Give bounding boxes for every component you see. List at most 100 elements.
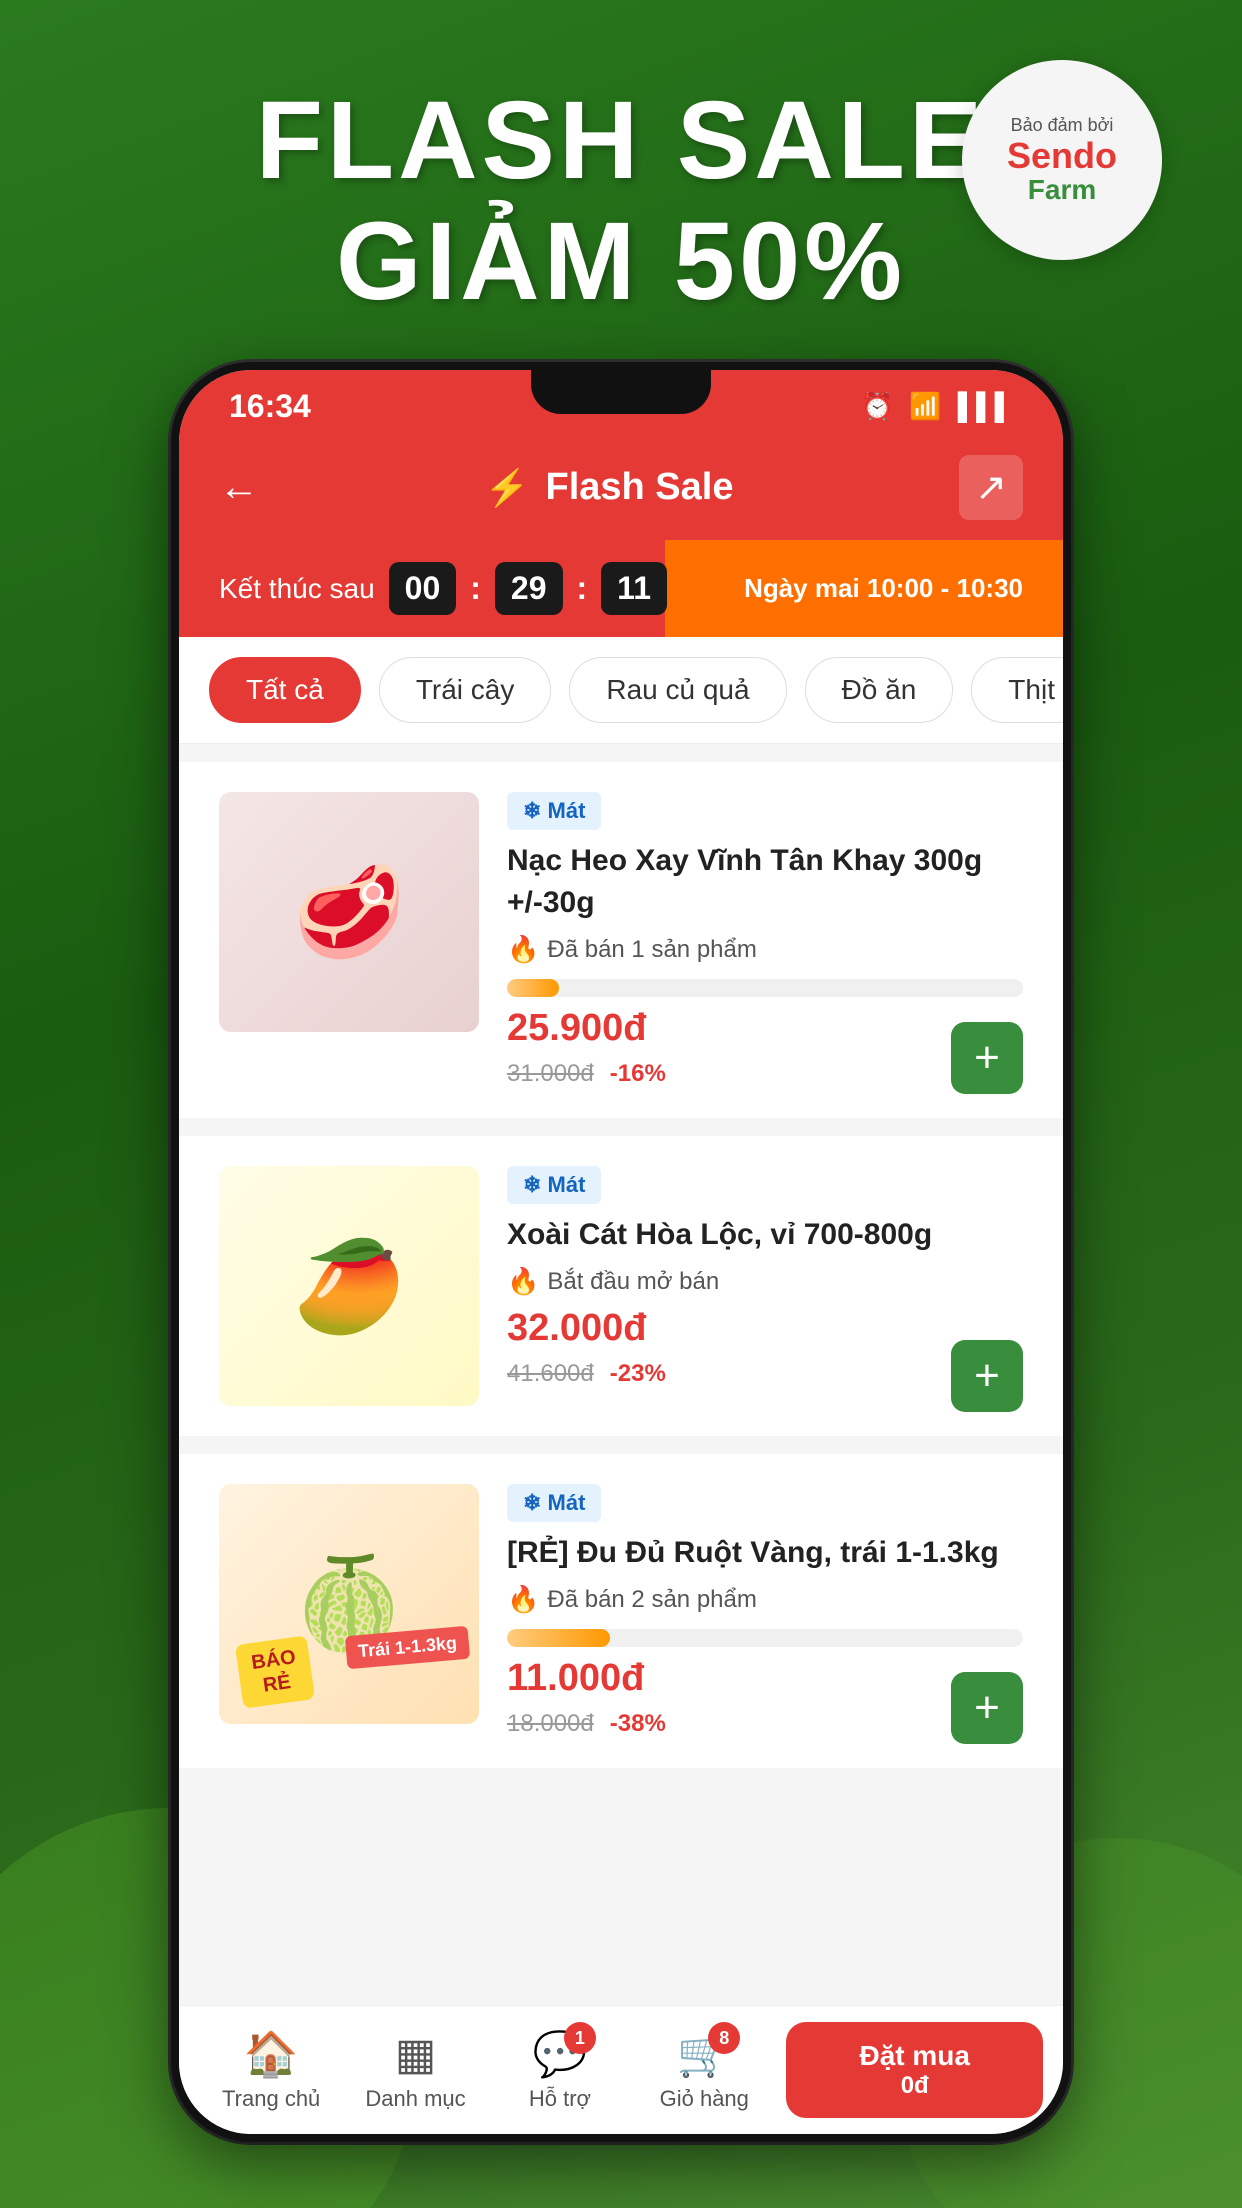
phone-wrapper: 16:34 ⏰ 📶 ▌▌▌ ← ⚡ Flash Sale ↗ Kết <box>171 362 1071 2142</box>
sold-info-2: 🔥 Bắt đầu mở bán <box>507 1266 1023 1297</box>
sold-bar-1 <box>507 979 1023 997</box>
order-btn-price: 0đ <box>806 2072 1023 2100</box>
signal-icon: ▌▌▌ <box>958 391 1013 422</box>
sold-text-3: Đã bán 2 sản phẩm <box>547 1586 756 1614</box>
nav-cart[interactable]: 🛒 Giỏ hàng 8 <box>632 2028 776 2112</box>
price-original-1: 31.000đ <box>507 1060 594 1088</box>
nav-cart-label: Giỏ hàng <box>660 2086 749 2112</box>
bao-re-tag: BÁORẺ <box>235 1635 316 1708</box>
product-info-1: ❄ Mát Nạc Heo Xay Vĩnh Tân Khay 300g +/-… <box>507 792 1023 1088</box>
add-button-2[interactable]: + <box>951 1340 1023 1412</box>
price-current-1: 25.900đ <box>507 1007 1023 1050</box>
add-button-1[interactable]: + <box>951 1022 1023 1094</box>
nav-category-label: Danh mục <box>365 2086 465 2112</box>
product-info-2: ❄ Mát Xoài Cát Hòa Lộc, vỉ 700-800g 🔥 Bắ… <box>507 1166 1023 1388</box>
sold-info-3: 🔥 Đã bán 2 sản phẩm <box>507 1584 1023 1615</box>
sold-info-1: 🔥 Đã bán 1 sản phẩm <box>507 934 1023 965</box>
category-icon: ▦ <box>395 2029 437 2080</box>
sendo-sub: Farm <box>1028 174 1096 206</box>
sendo-logo-badge: Bảo đảm bởi Sendo Farm <box>962 60 1162 260</box>
cart-badge: 8 <box>708 2022 740 2054</box>
phone-notch <box>531 370 711 414</box>
mango-image: 🥭 <box>293 1234 405 1339</box>
category-all[interactable]: Tất cả <box>209 657 361 723</box>
nav-support-label: Hỗ trợ <box>529 2086 591 2112</box>
fire-icon-2: 🔥 <box>507 1266 539 1297</box>
product-card-1: 🥩 ❄ Mát Nạc Heo Xay Vĩnh Tân Khay 300g +… <box>179 762 1063 1118</box>
alarm-icon: ⏰ <box>861 391 893 422</box>
bottom-nav: 🏠 Trang chủ ▦ Danh mục 💬 Hỗ trợ 1 🛒 Giỏ … <box>179 2005 1063 2134</box>
category-meat[interactable]: Thịt <box>971 657 1063 723</box>
top-nav: ← ⚡ Flash Sale ↗ <box>179 435 1063 540</box>
product-card-2: 🥭 ❄ Mát Xoài Cát Hòa Lộc, vỉ 700-800g 🔥 … <box>179 1136 1063 1436</box>
product-badge-2: ❄ Mát <box>507 1166 601 1204</box>
headline-line2: GIẢM 50% <box>256 201 987 322</box>
fire-icon-3: 🔥 <box>507 1584 539 1615</box>
status-time: 16:34 <box>229 388 311 425</box>
price-row-1: 31.000đ -16% <box>507 1060 1023 1088</box>
timer-seconds: 11 <box>601 562 667 615</box>
order-btn-label: Đặt mua <box>806 2040 1023 2072</box>
product-name-3: [RẺ] Đu Đủ Ruột Vàng, trái 1-1.3kg <box>507 1532 1023 1574</box>
meat-image: 🥩 <box>293 860 405 965</box>
price-row-2: 41.600đ -23% <box>507 1360 1023 1388</box>
product-info-3: ❄ Mát [RẺ] Đu Đủ Ruột Vàng, trái 1-1.3kg… <box>507 1484 1023 1738</box>
product-image-1[interactable]: 🥩 <box>219 792 479 1032</box>
wifi-icon: 📶 <box>909 391 941 422</box>
category-food[interactable]: Đồ ăn <box>805 657 954 723</box>
discount-badge-1: -16% <box>610 1060 666 1088</box>
sendo-support-text: Bảo đảm bởi <box>1011 115 1114 136</box>
add-button-3[interactable]: + <box>951 1672 1023 1744</box>
promo-header: FLASH SALE GIẢM 50% <box>256 80 987 322</box>
back-button[interactable]: ← <box>219 465 259 510</box>
product-badge-3: ❄ Mát <box>507 1484 601 1522</box>
products-list: 🥩 ❄ Mát Nạc Heo Xay Vĩnh Tân Khay 300g +… <box>179 744 1063 2005</box>
category-fruit[interactable]: Trái cây <box>379 657 552 723</box>
product-image-2[interactable]: 🥭 <box>219 1166 479 1406</box>
sendo-brand: Sendo <box>1007 138 1117 174</box>
price-original-3: 18.000đ <box>507 1710 594 1738</box>
nav-title-text: Flash Sale <box>546 466 734 509</box>
price-current-3: 11.000đ <box>507 1657 1023 1700</box>
home-icon: 🏠 <box>244 2028 299 2080</box>
product-name-2: Xoài Cát Hòa Lộc, vỉ 700-800g <box>507 1214 1023 1256</box>
plus-icon-3: + <box>974 1686 1000 1730</box>
product-card-3: 🍈 BÁORẺ Trái 1-1.3kg ❄ Mát [RẺ] Đu Đủ Ru… <box>179 1454 1063 1768</box>
headline-line1: FLASH SALE <box>256 80 987 201</box>
plus-icon-2: + <box>974 1354 1000 1398</box>
nav-home-label: Trang chủ <box>222 2086 320 2112</box>
product-name-1: Nạc Heo Xay Vĩnh Tân Khay 300g +/-30g <box>507 840 1023 924</box>
categories-bar: Tất cả Trái cây Rau củ quả Đồ ăn Thịt <box>179 637 1063 744</box>
product-badge-1: ❄ Mát <box>507 792 601 830</box>
nav-home[interactable]: 🏠 Trang chủ <box>199 2028 343 2112</box>
category-vegetable[interactable]: Rau củ quả <box>569 657 786 723</box>
phone-frame: 16:34 ⏰ 📶 ▌▌▌ ← ⚡ Flash Sale ↗ Kết <box>171 362 1071 2142</box>
timer-minutes: 29 <box>495 562 563 615</box>
status-icons: ⏰ 📶 ▌▌▌ <box>861 391 1013 422</box>
sold-bar-3 <box>507 1629 1023 1647</box>
price-row-3: 18.000đ -38% <box>507 1710 1023 1738</box>
sold-text-1: Đã bán 1 sản phẩm <box>547 936 756 964</box>
discount-badge-2: -23% <box>610 1360 666 1388</box>
nav-title-group: ⚡ Flash Sale <box>485 466 734 509</box>
lightning-icon: ⚡ <box>485 467 530 509</box>
phone-screen: 16:34 ⏰ 📶 ▌▌▌ ← ⚡ Flash Sale ↗ Kết <box>179 370 1063 2134</box>
plus-icon-1: + <box>974 1036 1000 1080</box>
colon-1: : <box>470 570 481 607</box>
colon-2: : <box>577 570 588 607</box>
product-image-3[interactable]: 🍈 BÁORẺ Trái 1-1.3kg <box>219 1484 479 1724</box>
discount-badge-3: -38% <box>610 1710 666 1738</box>
share-button[interactable]: ↗ <box>959 455 1023 520</box>
sold-text-2: Bắt đầu mở bán <box>547 1268 719 1296</box>
nav-category[interactable]: ▦ Danh mục <box>343 2029 487 2112</box>
price-current-2: 32.000đ <box>507 1307 1023 1350</box>
timer-bar: Kết thúc sau 00 : 29 : 11 Ngày mai 10:00… <box>179 540 1063 637</box>
support-badge: 1 <box>564 2022 596 2054</box>
fire-icon-1: 🔥 <box>507 934 539 965</box>
order-button[interactable]: Đặt mua 0đ <box>786 2022 1043 2118</box>
timer-hours: 00 <box>389 562 457 615</box>
next-session[interactable]: Ngày mai 10:00 - 10:30 <box>744 573 1023 604</box>
nav-support[interactable]: 💬 Hỗ trợ 1 <box>488 2028 632 2112</box>
timer-section: Kết thúc sau 00 : 29 : 11 <box>219 562 667 615</box>
price-original-2: 41.600đ <box>507 1360 594 1388</box>
